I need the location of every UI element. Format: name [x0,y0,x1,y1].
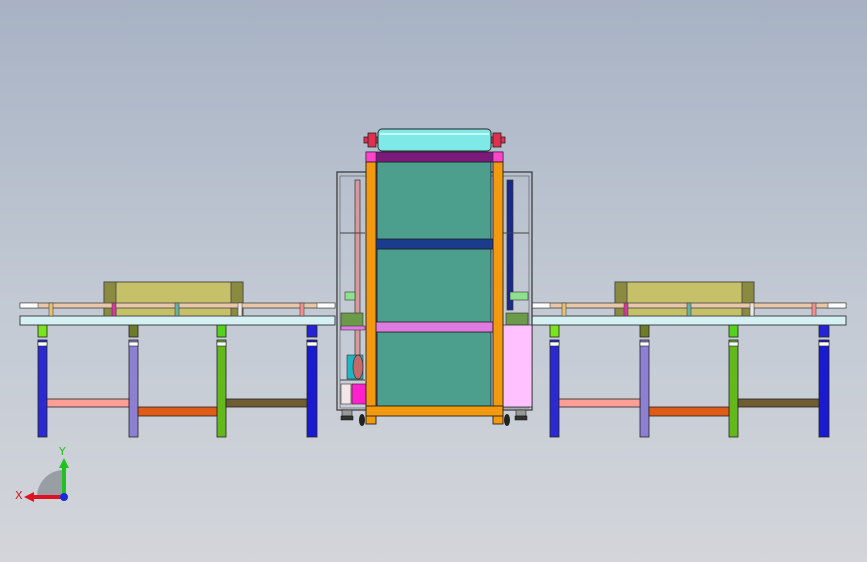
right-leg-collar-4 [818,341,830,347]
pink-cross-bar [374,321,494,333]
machine-caster-2 [504,414,510,426]
purple-top-bar-cap-left [365,151,377,163]
orange-frame-base [365,405,504,417]
right-brace-salmon [558,398,641,408]
right-belt-end-a [531,302,551,309]
left-belt-end-a [19,302,39,309]
right-side-pink-panel [502,324,533,408]
machine-foot-4 [514,415,528,421]
machine-foot-1 [341,409,353,417]
right-leg-cap-1 [549,324,560,338]
left-brace-salmon [46,398,130,408]
right-side-module [505,312,529,326]
right-post-4 [749,302,755,317]
left-post-1 [48,302,54,317]
left-table-rail [19,315,336,326]
left-brace-red [137,406,218,417]
left-brace-brown [225,398,308,408]
top-roller-bearing-left [367,132,377,148]
right-table-leg-2 [639,339,650,438]
left-leg-cap-3 [216,324,227,338]
pink-side-bar-left [340,325,366,331]
right-leg-cap-4 [818,324,830,338]
right-table-rail [531,315,847,326]
left-side-rod [354,179,361,376]
top-roller-bearing-right [492,132,502,148]
right-table-leg-3 [728,339,739,438]
right-post-3 [686,302,692,317]
left-post-2 [111,302,117,317]
left-post-5 [299,302,305,317]
right-leg-cap-3 [728,324,739,338]
orange-frame-right-post [492,161,504,425]
triad-z-origin [60,493,68,501]
left-table-leg-2 [128,339,139,438]
right-side-green-block [509,291,529,301]
left-leg-collar-1 [37,341,48,347]
left-leg-collar-3 [216,341,227,347]
orange-frame-left-post [365,161,377,425]
cad-viewport[interactable]: Y X [0,0,867,562]
right-table-leg-1 [549,339,560,438]
purple-top-bar [365,151,504,163]
right-side-rod [506,179,514,311]
right-leg-collar-3 [728,341,739,347]
machine-foot-3 [515,409,527,417]
right-conveyor-table [531,281,847,438]
left-side-pink-block [344,291,356,301]
left-side-white-box [340,383,352,405]
left-leg-cap-1 [37,324,48,338]
triad-y-arrowhead [59,458,69,468]
right-khaki-box [614,281,755,317]
left-leg-collar-4 [306,341,318,347]
left-leg-cap-4 [306,324,318,338]
left-post-4 [237,302,243,317]
left-table-leg-4 [306,339,318,438]
left-post-3 [174,302,180,317]
left-leg-collar-2 [128,341,139,347]
right-leg-cap-2 [639,324,650,338]
right-belt-end-b [827,302,847,309]
machine-drawing: Y X [15,128,847,502]
machine-caster-1 [359,414,365,426]
right-leg-collar-2 [639,341,650,347]
navy-cross-bar [374,238,494,250]
teal-panel-bottom [376,331,492,407]
right-brace-red [648,406,730,417]
purple-top-bar-cap-right [492,151,504,163]
left-conveyor-table [19,281,336,438]
right-brace-brown [737,398,820,408]
machine-foot-2 [340,415,354,421]
left-leg-cap-2 [128,324,139,338]
right-post-1 [561,302,567,317]
right-table-leg-4 [818,339,830,438]
coordinate-triad: Y X [15,445,69,502]
left-side-magenta-box [351,383,367,405]
left-belt-end-b [316,302,336,309]
left-table-leg-3 [216,339,227,438]
triad-y-label: Y [58,445,66,458]
triad-x-arrowhead [24,492,34,502]
central-machine [336,128,533,426]
triad-x-label: X [15,489,23,502]
right-leg-collar-1 [549,341,560,347]
top-roller-drum [377,128,492,152]
left-side-wheel [352,354,364,380]
right-post-5 [811,302,817,317]
left-khaki-box [103,281,244,317]
teal-panel-top [376,161,492,241]
left-table-leg-1 [37,339,48,438]
teal-panel-middle [376,248,492,324]
triad-plane-sector [37,470,64,497]
right-post-2 [623,302,629,317]
